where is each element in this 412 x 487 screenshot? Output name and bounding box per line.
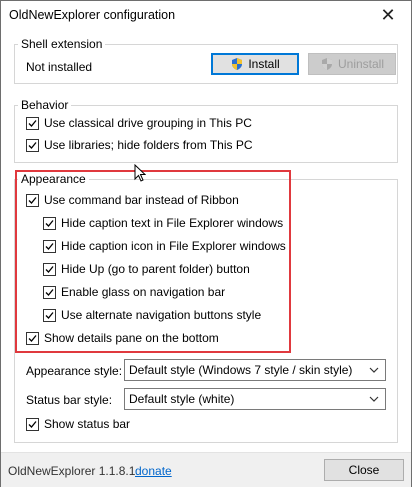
appearance-style-label: Appearance style: bbox=[26, 364, 123, 378]
appearance-style-select[interactable]: Default style (Windows 7 style / skin st… bbox=[124, 359, 386, 381]
donate-link[interactable]: donate bbox=[135, 464, 172, 478]
footer-bar: OldNewExplorer 1.1.8.1 donate Close bbox=[1, 452, 411, 487]
check-icon bbox=[28, 119, 37, 127]
close-button[interactable]: Close bbox=[324, 459, 404, 481]
check-icon bbox=[28, 141, 37, 149]
mouse-cursor-icon bbox=[134, 164, 146, 182]
select-value: Default style (Windows 7 style / skin st… bbox=[129, 363, 353, 377]
version-text: OldNewExplorer 1.1.8.1 bbox=[8, 464, 136, 478]
config-window: OldNewExplorer configuration ✕ Shell ext… bbox=[0, 0, 412, 487]
shell-extension-label: Shell extension bbox=[18, 37, 106, 51]
install-status: Not installed bbox=[26, 60, 93, 74]
checkbox[interactable] bbox=[26, 417, 39, 431]
window-close-icon[interactable]: ✕ bbox=[365, 1, 411, 31]
behavior-group bbox=[14, 105, 398, 163]
checkbox-label: Use classical drive grouping in This PC bbox=[44, 116, 252, 130]
behavior-item-libraries[interactable]: Use libraries; hide folders from This PC bbox=[26, 138, 253, 152]
close-label: Close bbox=[348, 463, 380, 477]
checkbox-label: Show status bar bbox=[44, 417, 131, 431]
title-bar: OldNewExplorer configuration ✕ bbox=[1, 1, 411, 31]
checkbox-label: Use libraries; hide folders from This PC bbox=[44, 138, 253, 152]
shield-icon bbox=[321, 58, 332, 70]
shield-icon bbox=[232, 58, 243, 70]
install-label: Install bbox=[248, 57, 280, 71]
chevron-down-icon bbox=[369, 367, 379, 373]
window-title: OldNewExplorer configuration bbox=[9, 8, 176, 22]
chevron-down-icon bbox=[369, 396, 379, 402]
behavior-label: Behavior bbox=[18, 98, 72, 112]
uninstall-label: Uninstall bbox=[337, 57, 385, 71]
checkbox[interactable] bbox=[26, 116, 39, 130]
check-icon bbox=[28, 420, 37, 428]
status-bar-style-label: Status bar style: bbox=[26, 393, 113, 407]
install-button[interactable]: Install bbox=[211, 53, 299, 75]
status-bar-style-select[interactable]: Default style (white) bbox=[124, 388, 386, 410]
checkbox[interactable] bbox=[26, 138, 39, 152]
behavior-item-drive-grouping[interactable]: Use classical drive grouping in This PC bbox=[26, 116, 252, 130]
uninstall-button[interactable]: Uninstall bbox=[308, 53, 396, 75]
select-value: Default style (white) bbox=[129, 392, 235, 406]
show-status-bar-option[interactable]: Show status bar bbox=[26, 417, 130, 431]
appearance-highlight-box bbox=[15, 170, 291, 353]
